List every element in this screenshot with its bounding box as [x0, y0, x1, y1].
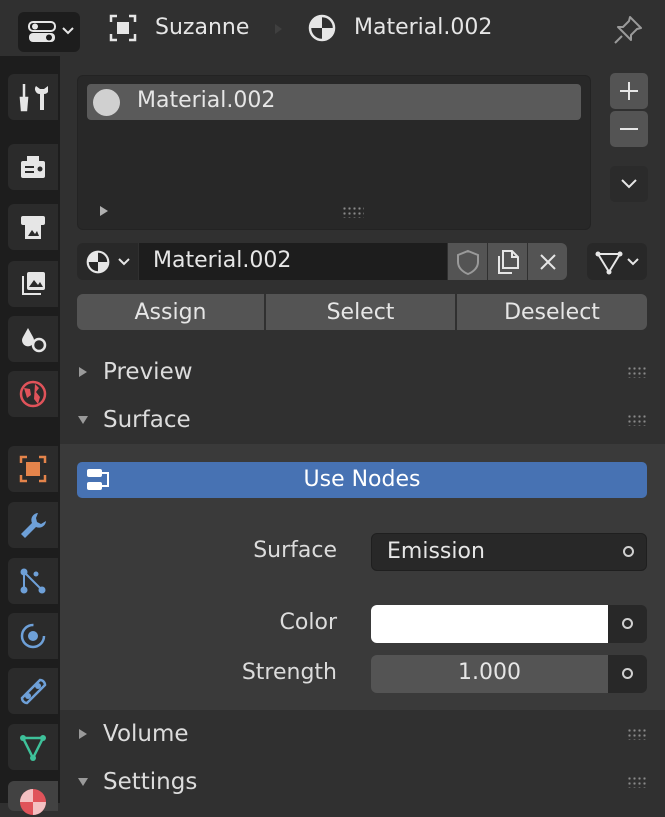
tab-world[interactable]: [8, 371, 58, 417]
duplicate-material-button[interactable]: [488, 243, 527, 280]
chevron-down-icon: [621, 179, 637, 189]
properties-header: Suzanne Material.002: [0, 0, 665, 56]
panel-title-volume: Volume: [103, 721, 189, 747]
surface-shader-value: Emission: [387, 539, 485, 564]
strength-value: 1.000: [458, 660, 521, 685]
tab-modifiers[interactable]: [8, 502, 58, 548]
shield-icon: [456, 249, 479, 275]
close-icon: [539, 253, 556, 270]
color-link-button[interactable]: [608, 605, 647, 643]
unlink-material-button[interactable]: [528, 243, 567, 280]
socket-link-icon: [622, 618, 633, 629]
tab-particles[interactable]: [8, 558, 58, 604]
tab-scene[interactable]: [8, 316, 58, 362]
tab-object[interactable]: [8, 446, 58, 492]
particles-icon: [20, 568, 46, 594]
chevron-down-icon: [62, 27, 74, 35]
material-preview-icon: [93, 89, 120, 116]
material-name-value: Material.002: [153, 248, 292, 273]
view-layer-icon: [22, 272, 45, 295]
color-swatch[interactable]: [371, 605, 608, 643]
panel-drag-grip[interactable]: [627, 728, 647, 740]
panel-title-settings: Settings: [103, 769, 198, 795]
material-browse-button[interactable]: [77, 243, 138, 280]
world-icon: [19, 380, 47, 408]
material-icon: [308, 14, 336, 42]
slot-specials-menu-button[interactable]: [610, 166, 648, 202]
tab-render[interactable]: [8, 144, 58, 190]
surface-shader-label: Surface: [253, 538, 337, 563]
plus-icon: [620, 82, 638, 100]
duplicate-icon: [497, 249, 519, 274]
collapse-triangle-icon: [78, 778, 88, 786]
tab-output[interactable]: [8, 204, 58, 250]
panel-title-preview: Preview: [103, 359, 193, 385]
panel-drag-grip[interactable]: [627, 414, 647, 426]
tool-icon: [19, 84, 48, 112]
editor-type-button[interactable]: [18, 12, 80, 52]
use-nodes-button[interactable]: Use Nodes: [77, 462, 647, 498]
panel-header-settings[interactable]: Settings: [60, 758, 665, 806]
add-slot-button[interactable]: [610, 73, 648, 109]
list-resize-grip[interactable]: [342, 206, 364, 218]
properties-tabs-sidebar: [0, 56, 60, 815]
tab-object-data[interactable]: [8, 724, 58, 770]
remove-slot-button[interactable]: [610, 111, 648, 147]
material-name-field[interactable]: Material.002: [139, 243, 447, 280]
tab-constraints[interactable]: [8, 668, 58, 714]
socket-link-icon: [623, 546, 634, 557]
panel-header-volume[interactable]: Volume: [60, 710, 665, 758]
tab-view-layer[interactable]: [8, 261, 58, 307]
expand-triangle-icon[interactable]: [98, 205, 110, 217]
output-icon: [21, 216, 45, 239]
color-label: Color: [279, 610, 337, 635]
material-icon: [86, 250, 110, 274]
chevron-down-icon: [118, 258, 130, 266]
strength-link-button[interactable]: [608, 655, 647, 693]
properties-editor-icon: [28, 21, 56, 42]
surface-shader-selector[interactable]: Emission: [371, 533, 647, 571]
panel-header-surface[interactable]: Surface: [60, 396, 665, 444]
strength-label: Strength: [241, 660, 337, 685]
list-item[interactable]: Material.002: [87, 84, 581, 120]
link-type-button[interactable]: [587, 243, 647, 280]
object-data-icon: [20, 735, 46, 761]
minus-icon: [620, 128, 638, 130]
strength-field[interactable]: 1.000: [371, 655, 608, 693]
expand-triangle-icon: [79, 729, 87, 739]
constraints-icon: [20, 678, 47, 705]
physics-icon: [20, 623, 46, 649]
panel-drag-grip[interactable]: [627, 776, 647, 788]
tab-physics[interactable]: [8, 613, 58, 659]
material-tab-icon: [20, 789, 46, 815]
breadcrumb-separator-icon: [275, 24, 282, 34]
object-properties-icon: [19, 455, 47, 483]
scene-icon: [22, 328, 47, 353]
fake-user-button[interactable]: [448, 243, 487, 280]
pin-icon[interactable]: [612, 14, 644, 46]
modifier-wrench-icon: [21, 513, 46, 538]
tab-tool[interactable]: [8, 74, 58, 120]
chevron-down-icon: [627, 258, 639, 266]
panel-drag-grip[interactable]: [627, 366, 647, 378]
render-icon: [21, 156, 45, 178]
list-item-label: Material.002: [137, 88, 276, 113]
collapse-triangle-icon: [78, 416, 88, 424]
expand-triangle-icon: [79, 367, 87, 377]
tab-material[interactable]: [8, 781, 58, 815]
assign-button[interactable]: Assign: [77, 294, 264, 330]
deselect-button[interactable]: Deselect: [457, 294, 647, 330]
socket-link-icon: [622, 668, 633, 679]
use-nodes-label: Use Nodes: [303, 467, 421, 492]
material-name-label: Material.002: [354, 15, 493, 40]
panel-title-surface: Surface: [103, 407, 191, 433]
object-name-label: Suzanne: [155, 15, 250, 40]
panel-header-preview[interactable]: Preview: [60, 348, 665, 396]
object-icon: [109, 14, 137, 42]
object-data-icon: [595, 251, 623, 275]
select-button[interactable]: Select: [266, 294, 455, 330]
